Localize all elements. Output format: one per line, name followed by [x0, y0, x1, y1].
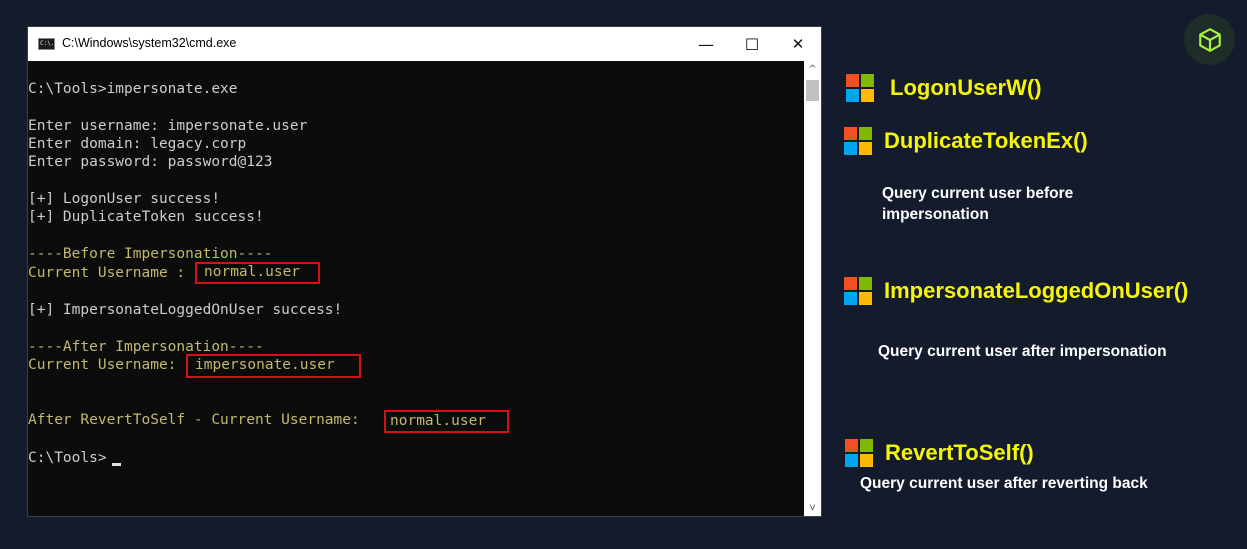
console-prompt: C:\Tools>	[28, 450, 107, 466]
console-line: C:\Tools>impersonate.exe	[28, 81, 238, 97]
cube-icon	[1184, 14, 1235, 65]
console-line: Enter password: password@123	[28, 154, 273, 170]
api-label-impersonateloggedonuser: ImpersonateLoggedOnUser()	[844, 277, 1188, 305]
windows-logo-icon	[845, 439, 873, 467]
console-line: Enter username: impersonate.user	[28, 118, 308, 134]
console-line: [+] LogonUser success!	[28, 191, 221, 207]
description-before: Query current user before impersonation	[882, 183, 1073, 225]
windows-logo-icon	[844, 127, 872, 155]
description-line: impersonation	[882, 206, 989, 223]
windows-logo-icon	[844, 277, 872, 305]
console-line: [+] ImpersonateLoggedOnUser success!	[28, 302, 343, 318]
cmd-icon: C:\.	[38, 38, 55, 50]
minimize-button[interactable]: —	[683, 27, 729, 61]
console-line: Current Username:	[28, 357, 177, 373]
scroll-thumb[interactable]	[806, 80, 819, 101]
close-button[interactable]: ✕	[775, 27, 821, 61]
console-line: ----Before Impersonation----	[28, 246, 273, 262]
api-name: DuplicateTokenEx()	[884, 128, 1088, 153]
console-line: Enter domain: legacy.corp	[28, 136, 247, 152]
highlighted-username: impersonate.user	[186, 354, 361, 378]
highlighted-username: normal.user	[384, 410, 509, 433]
window-title: C:\Windows\system32\cmd.exe	[62, 36, 237, 50]
description-after: Query current user after impersonation	[878, 343, 1167, 360]
cmd-window: C:\. C:\Windows\system32\cmd.exe — ☐ ✕ C…	[27, 26, 822, 517]
api-name: LogonUserW()	[890, 75, 1042, 100]
api-label-logonuser: LogonUserW()	[846, 74, 1042, 102]
description-revert: Query current user after reverting back	[860, 475, 1148, 492]
console-output[interactable]: C:\Tools>impersonate.exe Enter username:…	[28, 61, 804, 516]
console-line: After RevertToSelf - Current Username:	[28, 412, 360, 428]
text-cursor	[112, 463, 121, 466]
api-label-reverttoself: RevertToSelf()	[845, 439, 1034, 467]
api-name: ImpersonateLoggedOnUser()	[884, 278, 1189, 303]
api-label-duplicatetoken: DuplicateTokenEx()	[844, 127, 1088, 155]
console-line: Current Username :	[28, 265, 194, 281]
console-line: [+] DuplicateToken success!	[28, 209, 264, 225]
highlighted-username: normal.user	[195, 262, 320, 284]
scroll-down-icon[interactable]: v	[804, 499, 821, 516]
api-name: RevertToSelf()	[885, 440, 1034, 465]
vertical-scrollbar[interactable]: ^ v	[804, 61, 821, 516]
scroll-up-icon[interactable]: ^	[804, 61, 821, 78]
windows-logo-icon	[846, 74, 874, 102]
title-bar[interactable]: C:\. C:\Windows\system32\cmd.exe — ☐ ✕	[28, 27, 821, 61]
description-line: Query current user before	[882, 185, 1074, 202]
maximize-button[interactable]: ☐	[729, 27, 775, 61]
